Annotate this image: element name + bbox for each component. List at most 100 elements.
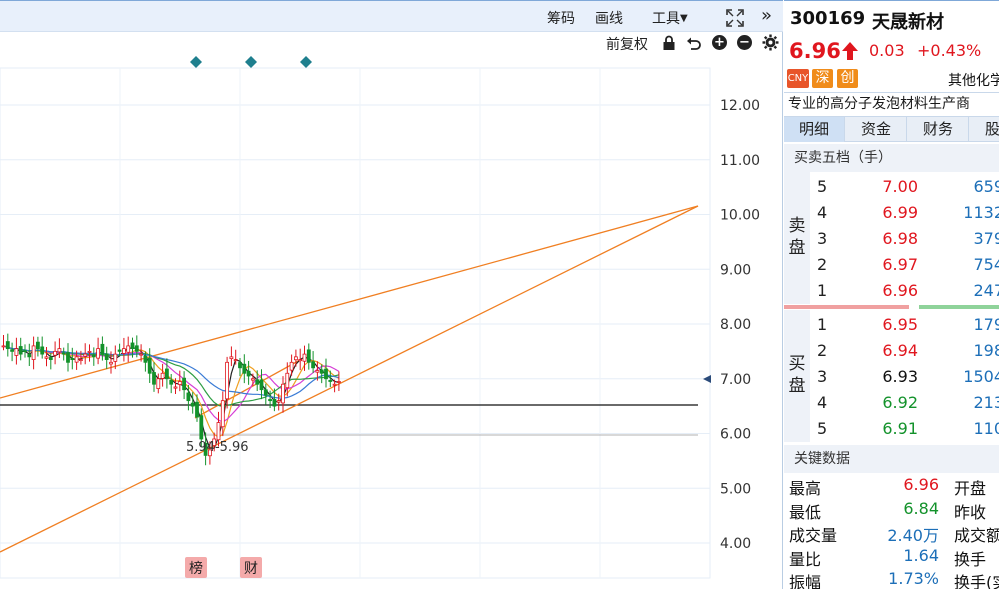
- buy-volume: 179: [973, 315, 999, 334]
- y-tick-label: 12.00: [720, 98, 760, 114]
- stock-header: 300169 天晟新材 6.96 0.03 +0.43% CNY 深 创 其他化…: [784, 0, 999, 92]
- y-tick-label: 6.00: [720, 427, 751, 443]
- buy-price: 6.94: [882, 341, 918, 360]
- y-tick-label: 7.00: [720, 372, 751, 388]
- kline-chart[interactable]: 12.0011.0010.009.008.007.006.005.004.00 …: [0, 0, 783, 589]
- settings-gear-icon[interactable]: [762, 34, 779, 51]
- buy-level: 1: [817, 315, 828, 334]
- y-tick-label: 9.00: [720, 262, 751, 278]
- sell-volume: 754: [973, 255, 999, 274]
- buy-row[interactable]: 1 6.95 179: [784, 312, 999, 338]
- board-tag: 创: [837, 69, 858, 88]
- sell-row[interactable]: 3 6.98 379: [784, 226, 999, 252]
- quote-tabs: 明细 资金 财务 股东: [784, 116, 999, 142]
- buy-volume: 213: [973, 393, 999, 412]
- industry-label[interactable]: 其他化学: [948, 70, 999, 90]
- plot-area: [0, 67, 711, 579]
- key-data-label: 成交量: [789, 526, 838, 545]
- key-data-label: 最高: [789, 479, 822, 498]
- chart-grid: [0, 67, 711, 579]
- undo-icon[interactable]: [686, 35, 702, 51]
- buy-row[interactable]: 2 6.94 198: [784, 338, 999, 364]
- sell-row[interactable]: 2 6.97 754: [784, 252, 999, 278]
- event-marker-label: 财: [244, 561, 258, 577]
- sell-volume: 659: [973, 177, 999, 196]
- event-marker[interactable]: 榜: [185, 557, 207, 578]
- sell-row[interactable]: 5 7.00 659: [784, 174, 999, 200]
- buy-volume: 110: [973, 419, 999, 438]
- key-data-label: 振幅: [789, 573, 822, 589]
- y-tick-label: 5.00: [720, 481, 751, 497]
- key-data-row: 成交量 2.40万 成交额: [784, 521, 999, 545]
- fullscreen-icon[interactable]: [726, 9, 744, 27]
- orderbook-title: 买卖五档（手）: [784, 144, 999, 172]
- sell-row[interactable]: 1 6.96 247: [784, 278, 999, 304]
- key-data-value: 1.73%: [888, 569, 939, 588]
- key-data-value: 6.84: [903, 498, 939, 518]
- buy-row[interactable]: 5 6.91 110: [784, 416, 999, 442]
- y-tick-label: 11.00: [720, 153, 760, 169]
- draw-line-button[interactable]: 画线: [595, 8, 623, 28]
- key-data-row: 振幅 1.73% 换手(实): [784, 568, 999, 589]
- sell-price: 6.96: [882, 281, 918, 300]
- key-data-label-right: 成交额: [954, 526, 999, 545]
- key-data: 最高 6.96 开盘最低 6.84 昨收成交量 2.40万 成交额量比 1.64 换手振幅 1.7…: [784, 472, 999, 589]
- chart-subbar: 前复权 + −: [0, 32, 783, 56]
- key-data-label-right: 昨收: [954, 502, 987, 522]
- key-data-value: 1.64: [903, 545, 939, 565]
- y-tick-label: 8.00: [720, 317, 751, 333]
- buy-price: 6.93: [882, 367, 918, 386]
- tab-funds[interactable]: 资金: [846, 117, 907, 142]
- stock-code: 300169: [790, 8, 866, 29]
- buy-row[interactable]: 4 6.92 213: [784, 390, 999, 416]
- event-diamond-icon[interactable]: [245, 56, 257, 68]
- chart-toolbar: 筹码 画线 工具▼ »: [0, 0, 783, 32]
- dropdown-arrow-icon: ▼: [680, 13, 688, 24]
- buy-price: 6.91: [882, 419, 918, 438]
- event-diamond-icon[interactable]: [190, 56, 202, 68]
- key-data-row: 最低 6.84 昨收: [784, 498, 999, 522]
- sell-price: 7.00: [882, 177, 918, 196]
- stock-price: 6.96: [789, 39, 841, 63]
- tab-financials[interactable]: 财务: [908, 117, 969, 142]
- buy-level: 4: [817, 393, 828, 412]
- event-marker[interactable]: 财: [240, 557, 262, 578]
- tools-menu-button[interactable]: 工具▼: [652, 8, 688, 28]
- y-tick-label: 4.00: [720, 536, 751, 552]
- zoom-out-icon[interactable]: −: [737, 35, 752, 50]
- event-diamond-icon[interactable]: [300, 56, 312, 68]
- key-data-label-right: 换手: [954, 549, 987, 569]
- lock-icon[interactable]: [662, 35, 676, 51]
- price-axis: 12.00 11.00 10.00 9.00 8.00 7.00 6.00 5.00 4.00: [703, 98, 760, 552]
- key-data-label-right: 开盘: [954, 479, 987, 498]
- zoom-in-icon[interactable]: +: [712, 35, 727, 50]
- quote-panel: 300169 天晟新材 6.96 0.03 +0.43% CNY 深 创 其他化…: [784, 0, 999, 589]
- buy-price: 6.92: [882, 393, 918, 412]
- sell-price: 6.99: [882, 203, 918, 222]
- spread-divider-buy: [919, 305, 999, 309]
- tools-label: 工具: [652, 11, 680, 27]
- price-adjust-toggle[interactable]: 前复权: [606, 34, 648, 54]
- price-change-percent: +0.43%: [917, 41, 982, 60]
- key-data-row: 最高 6.96 开盘: [784, 474, 999, 498]
- collapse-panel-icon[interactable]: »: [761, 5, 772, 26]
- company-description: 专业的高分子发泡材料生产商: [784, 92, 999, 116]
- tab-details[interactable]: 明细: [784, 117, 845, 142]
- buy-level: 5: [817, 419, 828, 438]
- key-data-title: 关键数据: [784, 445, 999, 473]
- tab-shareholders[interactable]: 股东: [970, 117, 999, 142]
- buy-price: 6.95: [882, 315, 918, 334]
- key-data-label: 最低: [789, 502, 822, 522]
- price-up-arrow-icon: [842, 42, 858, 60]
- order-book: 卖盘 买盘 5 7.00 659 4 6.99 1132 3 6.98 379 2 6.97 754 1…: [784, 172, 999, 442]
- chips-button[interactable]: 筹码: [547, 8, 575, 28]
- key-data-label: 量比: [789, 549, 822, 569]
- key-data-label-right: 换手(实): [954, 573, 999, 589]
- key-data-value: 2.40万: [887, 526, 939, 545]
- stock-name: 天晟新材: [872, 12, 944, 33]
- buy-row[interactable]: 3 6.93 1504: [784, 364, 999, 390]
- kline-chart-panel[interactable]: 12.00 11.00 10.00 9.00 8.00 7.00 6.00 5.00 4.00 …: [0, 0, 783, 589]
- sell-level: 5: [817, 177, 828, 196]
- buy-level: 3: [817, 367, 828, 386]
- sell-row[interactable]: 4 6.99 1132: [784, 200, 999, 226]
